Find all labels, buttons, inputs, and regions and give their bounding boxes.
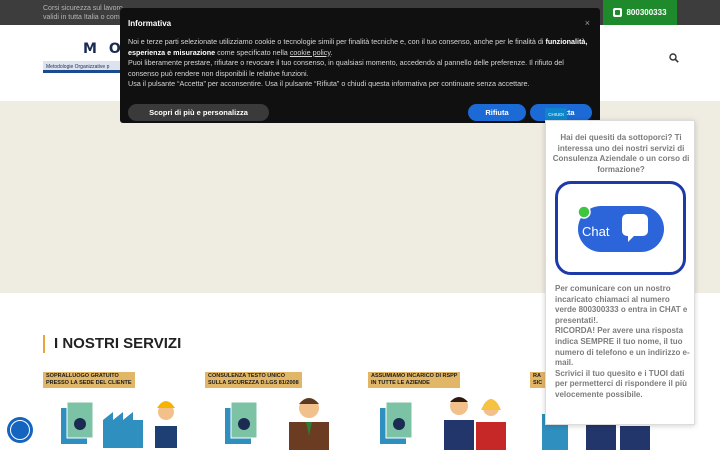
phone-number-button[interactable]: 800300333 <box>603 0 677 25</box>
chat-close-tab[interactable]: CHIUDI <box>545 108 567 120</box>
service-card-label: ASSUMIAMO INCARICO DI RSPP IN TUTTE LE A… <box>368 372 461 388</box>
chat-question: Hai dei quesiti da sottoporci? Ti intere… <box>552 133 690 174</box>
chat-info: Per comunicare con un nostro incaricato … <box>555 284 690 399</box>
service-card-label-line1: RA <box>533 373 541 379</box>
service-card-label: RA SIC <box>530 372 546 388</box>
service-card-consulenza[interactable]: CONSULENZA TESTO UNICO SULLA SICUREZZA D… <box>205 370 345 450</box>
service-card-label-line2: SULLA SICUREZZA D.LGS 81/2008 <box>208 380 299 386</box>
service-card-label-line1: SOPRALLUOGO GRATUITO <box>46 373 119 379</box>
service-card-rspp[interactable]: ASSUMIAMO INCARICO DI RSPP IN TUTTE LE A… <box>368 370 508 450</box>
phone-icon <box>613 8 623 17</box>
service-card-label-line2: IN TUTTE LE AZIENDE <box>371 380 430 386</box>
phone-number: 800300333 <box>626 8 667 17</box>
cookie-text: Noi e terze parti selezionate utilizziam… <box>128 37 590 90</box>
cookie-text-part: come specificato nella <box>215 47 290 57</box>
service-card-label-line1: ASSUMIAMO INCARICO DI RSPP <box>371 373 458 379</box>
close-icon[interactable]: × <box>585 18 590 28</box>
service-card-label-line2: SIC <box>533 380 543 386</box>
cookie-text-part: Noi e terze parti selezionate utilizziam… <box>128 37 546 46</box>
cookie-text-part: . <box>330 47 333 57</box>
chat-button[interactable]: Chat <box>555 181 686 275</box>
cookie-policy-link[interactable]: cookie policy <box>290 48 331 57</box>
accessibility-button[interactable] <box>7 417 33 443</box>
service-card-label-line1: CONSULENZA TESTO UNICO <box>208 373 286 379</box>
reject-button[interactable]: Rifiuta <box>468 104 526 121</box>
accessibility-icon <box>10 420 30 440</box>
services-heading: I NOSTRI SERVIZI <box>43 335 181 353</box>
chat-bubble-label: Chat <box>582 224 610 239</box>
cookie-text-paragraph: Usa il pulsante “Accetta” per acconsenti… <box>128 79 530 89</box>
service-card-label: SOPRALLUOGO GRATUITO PRESSO LA SEDE DEL … <box>43 372 135 388</box>
chat-bubble-icon: Chat <box>577 205 664 252</box>
search-icon[interactable] <box>669 53 679 63</box>
customize-button[interactable]: Scopri di più e personalizza <box>128 104 269 121</box>
cookie-title: Informativa <box>128 19 172 28</box>
cookie-consent-dialog: Informativa × Noi e terze parti selezion… <box>120 8 600 123</box>
cookie-text-paragraph: Puoi liberamente prestare, rifiutare o r… <box>128 58 564 78</box>
service-card-sopralluogo[interactable]: SOPRALLUOGO GRATUITO PRESSO LA SEDE DEL … <box>43 370 183 450</box>
chat-panel: Hai dei quesiti da sottoporci? Ti intere… <box>545 120 695 425</box>
service-card-label: CONSULENZA TESTO UNICO SULLA SICUREZZA D… <box>205 372 302 388</box>
service-card-label-line2: PRESSO LA SEDE DEL CLIENTE <box>46 380 132 386</box>
